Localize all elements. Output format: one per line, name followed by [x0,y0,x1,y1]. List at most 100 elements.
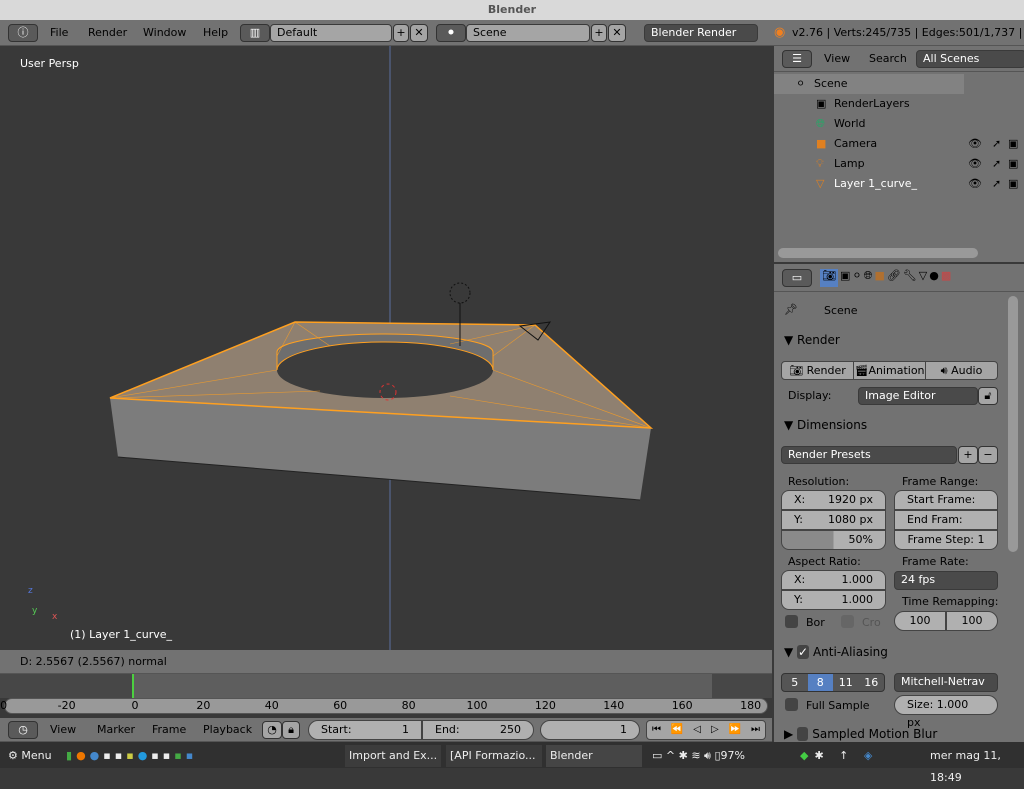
add-layout-icon[interactable]: + [393,24,409,42]
remove-scene-icon[interactable]: ✕ [608,24,626,42]
menu-frame[interactable]: Frame [152,718,186,742]
motion-blur-checkbox[interactable]: ▢ [797,727,809,741]
remove-layout-icon[interactable]: ✕ [410,24,428,42]
3d-viewport[interactable]: User Persp z y x (1) Layer 1_curve_ [0,46,772,650]
visibility-eye-icon[interactable]: 👁︎ [968,174,982,194]
dimensions-section-header[interactable]: ▼ Dimensions [784,418,867,432]
render-button[interactable]: 📷︎ Render [782,362,854,379]
end-frame-field[interactable]: End Fram: 250 [894,510,998,544]
aa-filter-select[interactable]: Mitchell-Netrav [894,673,998,692]
current-frame-field[interactable]: 1 [540,720,640,740]
outliner-menu-search[interactable]: Search [869,46,907,72]
render-engine-select[interactable]: Blender Render [644,24,758,42]
scene-icon[interactable]: ⚫ [436,24,466,42]
tray-icons[interactable]: ◆✱ ↑ ◈ [800,745,878,767]
start-frame-field[interactable]: Start Frame: 1 [894,490,998,524]
frame-rate-select[interactable]: 24 fps [894,571,998,590]
end-frame-field[interactable]: End: 250 [422,720,534,740]
lock-interface-icon[interactable]: 🔓︎ [978,387,998,405]
menu-playback[interactable]: Playback [203,718,252,742]
data-tab-icon[interactable]: ▽ [919,269,927,287]
select-cursor-icon[interactable]: ➚ [992,134,1001,154]
filter-size-field[interactable]: Size: 1.000 px [894,695,998,729]
resolution-y-field[interactable]: Y: 1080 px [781,510,886,530]
render-camera-icon[interactable]: ▣ [1008,134,1018,154]
visibility-eye-icon[interactable]: 👁︎ [968,134,982,154]
modifiers-tab-icon[interactable]: 🔧︎ [903,269,917,287]
editor-type-timeline-icon[interactable]: ◷ [8,721,38,739]
start-frame-field[interactable]: Start: 1 [308,720,422,740]
spreadsheet-icon[interactable]: ▪ [174,749,185,762]
menu-marker[interactable]: Marker [97,718,135,742]
full-sample-checkbox[interactable] [785,698,798,711]
world-tab-icon[interactable]: 🌐︎ [864,269,873,287]
menu-file[interactable]: File [50,20,68,46]
render-camera-icon[interactable]: ▣ [1008,174,1018,194]
outliner-item-layer1-curve[interactable]: ▽ Layer 1_curve_ 👁︎ ➚ ▣ [774,174,1024,194]
scene-mesh[interactable] [0,46,772,650]
lock-icon[interactable]: 🔒︎ [282,721,300,739]
aa-sample-8[interactable]: 8 [807,674,833,691]
render-camera-icon[interactable]: ▣ [1008,154,1018,174]
keying-icon[interactable]: ◔ [262,721,282,739]
files-icon[interactable]: ▪ [115,749,126,762]
scene-tab-icon[interactable]: ⚪ [852,269,861,287]
object-tab-icon[interactable]: ■ [874,269,884,287]
monitor-icon[interactable]: ▪ [126,749,137,762]
editor-icon[interactable]: ▪ [151,749,162,762]
remap-new-field[interactable]: 100 [946,611,998,631]
crop-checkbox[interactable] [841,615,854,628]
render-tab-icon[interactable]: 📷︎ [820,269,838,287]
add-preset-icon[interactable]: + [958,446,978,464]
motion-blur-section-header[interactable]: ▶ ▢ Sampled Motion Blur [784,727,937,741]
material-tab-icon[interactable]: ● [929,269,939,287]
anti-aliasing-section-header[interactable]: ▼ ✓ Anti-Aliasing [784,645,888,659]
aspect-x-field[interactable]: X: 1.000 [781,570,886,590]
resolution-percentage-slider[interactable]: 50% [781,530,886,550]
border-checkbox[interactable] [785,615,798,628]
task-import-export[interactable]: Import and Ex... [345,745,441,767]
outliner-filter-select[interactable]: All Scenes [916,50,1024,68]
aspect-y-field[interactable]: Y: 1.000 [781,590,886,610]
timeline-track[interactable] [0,674,772,698]
outliner-scrollbar[interactable] [778,248,978,258]
layout-icon[interactable]: ▥ [240,24,270,42]
editor-type-outliner-icon[interactable]: ☰ [782,50,812,68]
start-menu-button[interactable]: ⚙ Menu [8,745,52,767]
calculator-icon[interactable]: ▪ [163,749,174,762]
timeline-ruler[interactable]: -40-200204060801001201401601802002202402… [0,698,1024,714]
task-blender[interactable]: Blender [546,745,642,767]
renderlayers-tab-icon[interactable]: ▣ [840,269,850,287]
show-desktop-icon[interactable]: ▮ [66,749,76,762]
outliner-item-camera[interactable]: ■ Camera 👁︎ ➚ ▣ [774,134,1024,154]
remap-old-field[interactable]: 100 [894,611,946,631]
outliner-menu-view[interactable]: View [824,46,850,72]
menu-help[interactable]: Help [203,20,228,46]
display-select[interactable]: Image Editor [858,387,978,405]
aa-sample-11[interactable]: 11 [833,674,859,691]
editor-type-info-icon[interactable]: ⓘ [8,24,38,42]
outliner-item-world[interactable]: 🌐︎ World [774,114,1024,134]
select-cursor-icon[interactable]: ➚ [992,174,1001,194]
current-frame-marker[interactable] [132,674,134,698]
menu-window[interactable]: Window [143,20,186,46]
prev-key-icon[interactable]: ⏪ [671,721,683,739]
add-scene-icon[interactable]: + [591,24,607,42]
properties-scrollbar[interactable] [1008,296,1018,552]
play-icon[interactable]: ▷ [711,721,719,739]
editor-type-properties-icon[interactable]: ▭ [782,269,812,287]
chromium-icon[interactable]: ● [90,749,104,762]
scene-selector[interactable]: Scene [466,24,590,42]
skype-icon[interactable]: ● [138,749,152,762]
animation-button[interactable]: 🎬︎Animation [854,362,926,379]
menu-render[interactable]: Render [88,20,127,46]
texture-tab-icon[interactable]: ▩ [941,269,951,287]
pin-icon[interactable]: 📌︎ [784,303,798,316]
anti-aliasing-checkbox[interactable]: ✓ [797,645,810,659]
jump-start-icon[interactable]: ⏮ [652,721,661,739]
aa-sample-16[interactable]: 16 [859,674,885,691]
frame-step-field[interactable]: Frame Step: 1 [894,530,998,550]
visibility-eye-icon[interactable]: 👁︎ [968,154,982,174]
jump-end-icon[interactable]: ⏭ [751,721,760,739]
aa-sample-5[interactable]: 5 [782,674,808,691]
